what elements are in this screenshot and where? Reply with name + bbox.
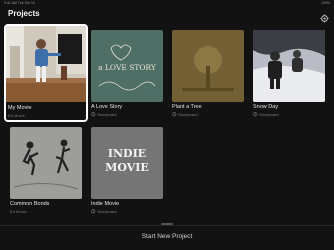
- status-bar: 9:41 AM Tue Oct 10 100%: [0, 0, 334, 7]
- project-title[interactable]: Snow Day: [253, 104, 278, 110]
- project-subtitle: Ed Movie: [10, 209, 27, 214]
- storyboard-icon: [91, 209, 96, 214]
- project-title[interactable]: Common Bonds: [10, 201, 49, 207]
- storyboard-icon: [91, 112, 96, 117]
- indie-art-text-1: INDIE: [108, 147, 146, 160]
- page-title: Projects: [8, 9, 40, 18]
- status-battery: 100%: [321, 1, 330, 5]
- project-type-label: Storyboard: [97, 112, 117, 117]
- gear-icon: [320, 14, 329, 23]
- project-type-label: Ed Movie: [8, 113, 25, 118]
- storyboard-icon: [253, 112, 258, 117]
- project-thumbnail-my-movie[interactable]: [6, 26, 86, 102]
- start-new-project-button[interactable]: Start New Project: [0, 233, 334, 240]
- project-type-label: Storyboard: [178, 112, 198, 117]
- project-subtitle: Storyboard: [91, 209, 117, 214]
- project-thumbnail-plant-a-tree[interactable]: [172, 30, 244, 102]
- status-time: 9:41 AM Tue Oct 10: [4, 1, 35, 5]
- indie-movie-art: INDIE MOVIE: [91, 127, 163, 199]
- project-title[interactable]: My Movie: [8, 105, 32, 111]
- indie-art-text-2: MOVIE: [105, 161, 149, 174]
- settings-button[interactable]: [320, 10, 329, 23]
- movie-frame-image: [6, 26, 86, 102]
- project-title[interactable]: Plant a Tree: [172, 104, 202, 110]
- project-type-label: Storyboard: [259, 112, 279, 117]
- project-subtitle: Storyboard: [91, 112, 117, 117]
- plant-a-tree-art: [172, 30, 244, 102]
- snow-day-photo: [253, 30, 325, 102]
- project-type-label: Ed Movie: [10, 209, 27, 214]
- project-subtitle: Storyboard: [253, 112, 279, 117]
- storyboard-icon: [172, 112, 177, 117]
- project-subtitle: Ed Movie: [8, 113, 25, 118]
- project-type-label: Storyboard: [97, 209, 117, 214]
- love-story-art-text: a LOVE STORY: [98, 63, 157, 72]
- project-title[interactable]: A Love Story: [91, 104, 122, 110]
- common-bonds-photo: [10, 127, 82, 199]
- project-thumbnail-indie-movie[interactable]: INDIE MOVIE: [91, 127, 163, 199]
- project-thumbnail-a-love-story[interactable]: a LOVE STORY: [91, 30, 163, 102]
- love-story-art: a LOVE STORY: [91, 30, 163, 102]
- project-thumbnail-common-bonds[interactable]: [10, 127, 82, 199]
- project-subtitle: Storyboard: [172, 112, 198, 117]
- project-title[interactable]: Indie Movie: [91, 201, 119, 207]
- project-thumbnail-snow-day[interactable]: [253, 30, 325, 102]
